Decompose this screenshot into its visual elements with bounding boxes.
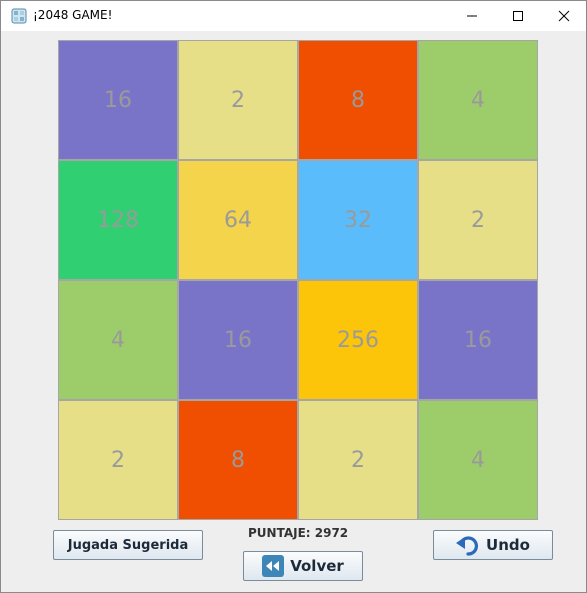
maximize-button[interactable]: [495, 1, 541, 31]
app-window: ¡2048 GAME! 16 2 8 4 128 64 32 2 4 16 256 16 2 8 2 4 Ju…: [0, 0, 587, 593]
tile: 16: [419, 281, 537, 399]
suggested-move-button[interactable]: Jugada Sugerida: [53, 530, 203, 560]
tile: 16: [59, 41, 177, 159]
tile: 8: [179, 401, 297, 519]
tile: 256: [299, 281, 417, 399]
tile: 16: [179, 281, 297, 399]
minimize-icon: [467, 15, 477, 17]
suggested-move-label: Jugada Sugerida: [67, 537, 189, 553]
tile: 4: [419, 41, 537, 159]
tile: 32: [299, 161, 417, 279]
undo-arrow-icon: [456, 534, 480, 556]
undo-label: Undo: [486, 536, 530, 554]
close-icon: [558, 10, 570, 22]
tile: 8: [299, 41, 417, 159]
window-title: ¡2048 GAME!: [33, 8, 113, 22]
score-display: PUNTAJE: 2972: [248, 526, 349, 540]
tile: 128: [59, 161, 177, 279]
title-bar[interactable]: ¡2048 GAME!: [1, 1, 586, 31]
tile: 2: [59, 401, 177, 519]
rewind-icon: [262, 555, 285, 577]
game-board: 16 2 8 4 128 64 32 2 4 16 256 16 2 8 2 4: [58, 40, 538, 520]
tile: 2: [419, 161, 537, 279]
close-button[interactable]: [541, 1, 587, 31]
tile: 2: [299, 401, 417, 519]
tile: 64: [179, 161, 297, 279]
tile: 4: [59, 281, 177, 399]
back-button[interactable]: Volver: [243, 551, 363, 581]
tile: 4: [419, 401, 537, 519]
back-label: Volver: [290, 557, 344, 575]
tile: 2: [179, 41, 297, 159]
game-panel: 16 2 8 4 128 64 32 2 4 16 256 16 2 8 2 4 Jugada Sugerid…: [2, 31, 586, 592]
undo-button[interactable]: Undo: [433, 530, 553, 560]
minimize-button[interactable]: [449, 1, 495, 31]
app-dice-icon: [11, 8, 27, 24]
maximize-icon: [513, 11, 523, 21]
